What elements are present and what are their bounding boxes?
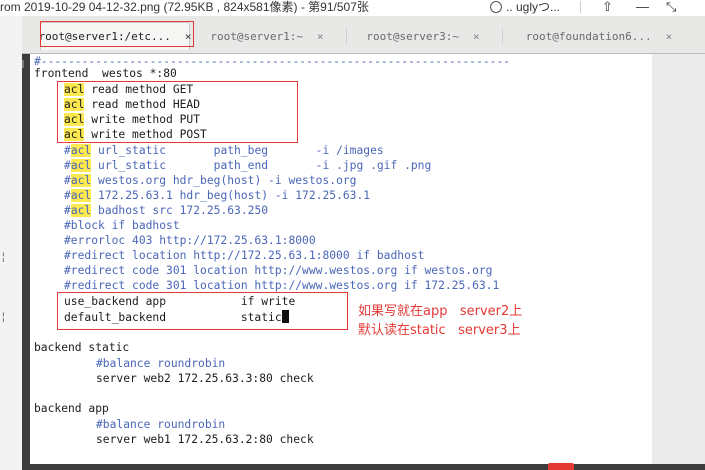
server-web1-line: server web1 172.25.63.2:80 check xyxy=(96,433,314,446)
edge-glyph: ¦ xyxy=(2,312,5,323)
server-web2-line: server web2 172.25.63.3:80 check xyxy=(96,372,314,385)
acl-keyword: acl xyxy=(70,174,92,187)
edge-glyph: ¦ xyxy=(2,252,5,263)
comment-line: #redirect location http://172.25.63.1:80… xyxy=(64,249,425,262)
commented-acl-line: #acl url_static path_end -i .jpg .gif .p… xyxy=(64,158,431,173)
acl-keyword: acl xyxy=(70,189,92,202)
comment-hash: # xyxy=(64,189,71,202)
user-label: .. uglyつ... xyxy=(506,0,561,14)
comment-hash: # xyxy=(64,144,71,157)
acl-keyword: acl xyxy=(70,159,92,172)
frontend-line: frontend westos *:80 xyxy=(34,67,177,80)
tab-foundation[interactable]: root@foundation6... × xyxy=(504,22,694,50)
bottom-edge xyxy=(22,464,705,470)
commented-acl-line: #acl badhost src 172.25.63.250 xyxy=(64,203,268,218)
background-window-edge: ¦ ¦ xyxy=(0,16,24,470)
commented-acl-line: #acl url_static path_beg -i /images xyxy=(64,143,384,158)
tab-label: root@foundation6... xyxy=(525,29,652,43)
acl-keyword: acl xyxy=(70,144,92,157)
comment-hash: # xyxy=(64,174,71,187)
user-label-wrap[interactable]: .. uglyつ... xyxy=(490,0,560,14)
comment-line: #redirect code 301 location http://www.w… xyxy=(64,279,500,292)
avatar-icon[interactable] xyxy=(490,1,502,13)
annotation-note-write: 如果写就在app server2上 xyxy=(358,304,523,319)
collapse-icon[interactable]: ⤡ xyxy=(666,0,676,14)
active-tab-highlight-box xyxy=(40,21,194,47)
terminal-scroll-area[interactable] xyxy=(652,54,705,464)
close-icon[interactable]: × xyxy=(473,30,480,43)
acl-highlight-box xyxy=(57,81,298,143)
comment-line: #errorloc 403 http://172.25.63.1:8000 xyxy=(64,234,316,247)
tab-divider xyxy=(346,28,347,44)
balance-comment-line: #balance roundrobin xyxy=(96,357,226,370)
acl-rule: 172.25.63.1 hdr_beg(host) -i 172.25.63.1 xyxy=(91,189,371,202)
minimize-icon[interactable]: — xyxy=(636,0,649,14)
tab-label: root@server1:~ xyxy=(210,29,304,43)
tab-label: root@server3:~ xyxy=(366,29,460,43)
viewer-title-bar: rom 2019-10-29 04-12-32.png (72.95KB , 8… xyxy=(0,0,705,16)
viewer-title: rom 2019-10-29 04-12-32.png (72.95KB , 8… xyxy=(0,0,369,14)
backend-app-line: backend app xyxy=(34,402,109,415)
edge-mark xyxy=(22,60,24,68)
backend-highlight-box xyxy=(57,292,348,330)
acl-keyword: acl xyxy=(70,204,92,217)
backend-static-line: backend static xyxy=(34,341,130,354)
title-bar-divider xyxy=(580,1,581,13)
tab-server1-home[interactable]: root@server1:~ × xyxy=(192,22,342,50)
notification-tab[interactable] xyxy=(548,463,574,470)
acl-rule: url_static path_end -i .jpg .gif .png xyxy=(91,159,432,172)
annotation-note-read: 默认读在static server3上 xyxy=(358,323,521,338)
comment-line: #redirect code 301 location http://www.w… xyxy=(64,264,493,277)
pin-icon[interactable]: ⇧ xyxy=(602,0,613,14)
comment-hash: # xyxy=(64,159,71,172)
commented-acl-line: #acl westos.org hdr_beg(host) -i westos.… xyxy=(64,173,356,188)
acl-rule: badhost src 172.25.63.250 xyxy=(91,204,269,217)
tab-divider xyxy=(502,28,503,44)
comment-hash: # xyxy=(64,204,71,217)
commented-acl-line: #acl 172.25.63.1 hdr_beg(host) -i 172.25… xyxy=(64,188,370,203)
close-icon[interactable]: × xyxy=(317,30,324,43)
close-icon[interactable]: × xyxy=(666,30,673,43)
comment-line: #block if badhost xyxy=(64,219,180,232)
acl-rule: url_static path_beg -i /images xyxy=(91,144,384,157)
acl-rule: westos.org hdr_beg(host) -i westos.org xyxy=(91,174,357,187)
tab-server3-home[interactable]: root@server3:~ × xyxy=(348,22,498,50)
balance-comment-line: #balance roundrobin xyxy=(96,418,226,431)
